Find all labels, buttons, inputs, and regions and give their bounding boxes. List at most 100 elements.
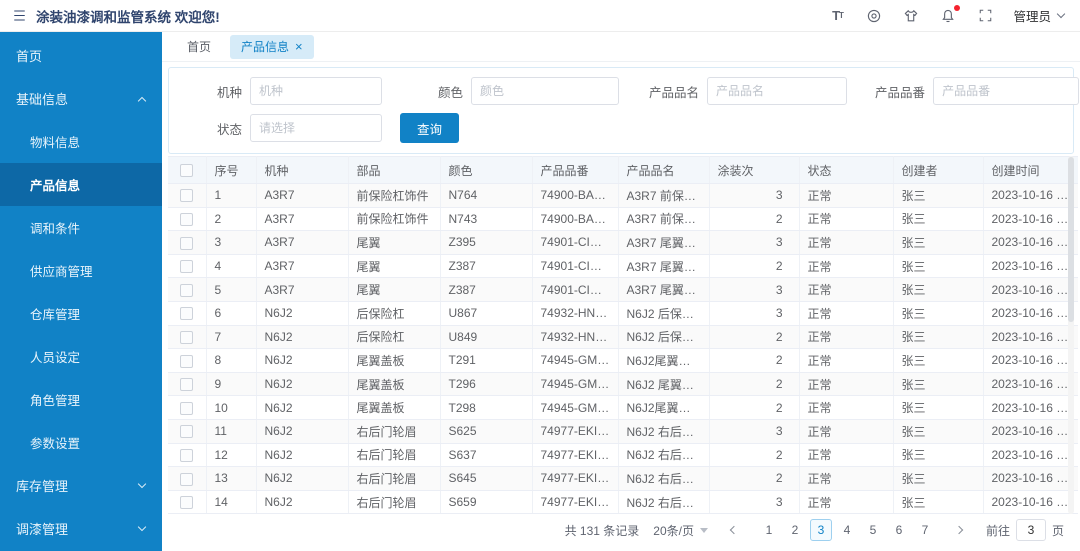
form-row-2: 状态 查询 — [217, 113, 1061, 143]
cell-creator: 张三 — [893, 395, 984, 420]
cell-machine-type: N6J2 — [256, 372, 349, 397]
sidebar-item[interactable]: 库存管理 — [0, 464, 162, 507]
cell-color: T298 — [440, 395, 533, 420]
cell-index: 1 — [206, 183, 257, 208]
row-checkbox[interactable] — [180, 213, 194, 227]
row-checkbox[interactable] — [180, 496, 194, 510]
col-created-time: 创建时间 — [983, 156, 1078, 184]
goto-page-input[interactable] — [1015, 519, 1046, 542]
font-size-icon[interactable]: TT — [828, 7, 846, 25]
sidebar-item[interactable]: 参数设置 — [0, 421, 162, 464]
row-checkbox[interactable] — [180, 354, 194, 368]
cell-creator: 张三 — [893, 183, 984, 208]
table-row: 8 N6J2 尾翼盖板 T291 74945-GMLO0... N6J2尾翼盖板… — [168, 348, 1078, 373]
cell-created-time: 2023-10-16 00:... — [983, 490, 1078, 515]
table-row: 10 N6J2 尾翼盖板 T298 74945-GMLO0... N6J2尾翼盖… — [168, 395, 1078, 420]
scrollbar-thumb[interactable] — [1068, 157, 1074, 322]
product-name-label: 产品品名 — [649, 85, 700, 100]
close-icon[interactable]: × — [295, 40, 303, 53]
sidebar-item[interactable]: 供应商管理 — [0, 249, 162, 292]
cell-color: S659 — [440, 490, 533, 515]
row-checkbox[interactable] — [180, 331, 194, 345]
sidebar-item[interactable]: 产品信息 — [0, 163, 162, 206]
table-row: 14 N6J2 右后门轮眉 S659 74977-EKIJM0... N6J2 … — [168, 490, 1078, 515]
cell-product-name: N6J2 后保险杠... — [618, 301, 710, 326]
user-menu[interactable]: 管理员 — [1013, 6, 1066, 25]
sidebar-item[interactable]: 首页 — [0, 34, 162, 77]
col-status: 状态 — [799, 156, 894, 184]
col-product-name: 产品品名 — [618, 156, 710, 184]
cell-color: Z387 — [440, 254, 533, 279]
row-checkbox[interactable] — [180, 260, 194, 274]
cell-part: 右后门轮眉 — [348, 443, 441, 468]
sidebar-item[interactable]: 物料信息 — [0, 120, 162, 163]
product-number-input[interactable] — [933, 77, 1080, 105]
machine-type-input[interactable] — [250, 77, 383, 105]
select-all-checkbox[interactable] — [180, 164, 194, 178]
row-checkbox[interactable] — [180, 189, 194, 203]
row-checkbox[interactable] — [180, 378, 194, 392]
page-size-select[interactable]: 20条/页 — [653, 522, 708, 539]
cell-product-number: 74945-GMLO0... — [532, 395, 619, 420]
row-checkbox[interactable] — [180, 401, 194, 415]
cell-product-name: N6J2 右后门轮... — [618, 443, 710, 468]
collapse-menu-icon[interactable] — [10, 7, 28, 25]
table-row: 13 N6J2 右后门轮眉 S645 74977-EKIJM0... N6J2 … — [168, 466, 1078, 491]
cell-part: 尾翼 — [348, 277, 441, 302]
sidebar-item[interactable]: 角色管理 — [0, 378, 162, 421]
page-number[interactable]: 6 — [888, 519, 910, 541]
row-checkbox[interactable] — [180, 283, 194, 297]
page-number[interactable]: 1 — [758, 519, 780, 541]
sidebar-item[interactable]: 仓库管理 — [0, 292, 162, 335]
next-page-button[interactable] — [950, 519, 972, 541]
cell-product-name: A3R7 尾翼Z387... — [618, 254, 710, 279]
sidebar-item[interactable]: 人员设定 — [0, 335, 162, 378]
product-name-input[interactable] — [707, 77, 848, 105]
cell-created-time: 2023-10-16 00:... — [983, 348, 1078, 373]
page-number[interactable]: 7 — [914, 519, 936, 541]
about-target-icon[interactable] — [865, 7, 883, 25]
theme-skin-icon[interactable] — [902, 7, 920, 25]
sidebar-item[interactable]: 基础信息 — [0, 77, 162, 120]
page-number[interactable]: 4 — [836, 519, 858, 541]
page-number[interactable]: 5 — [862, 519, 884, 541]
app-title: 涂装油漆调和监管系统 欢迎您! — [36, 9, 220, 25]
page-number[interactable]: 2 — [784, 519, 806, 541]
cell-machine-type: A3R7 — [256, 230, 349, 255]
table-row: 1 A3R7 前保险杠饰件 N764 74900-BAHG00... A3R7 … — [168, 183, 1078, 208]
cell-color: T296 — [440, 372, 533, 397]
row-checkbox[interactable] — [180, 236, 194, 250]
cell-part: 右后门轮眉 — [348, 490, 441, 515]
tab[interactable]: 首页 — [176, 35, 222, 59]
cell-created-time: 2023-10-16 00:... — [983, 395, 1078, 420]
row-checkbox[interactable] — [180, 448, 194, 462]
cell-product-number: 74977-EKIJM0... — [532, 490, 619, 515]
cell-product-number: 74900-BAHG00... — [532, 183, 619, 208]
sidebar-item[interactable]: 调漆管理 — [0, 507, 162, 550]
cell-machine-type: A3R7 — [256, 183, 349, 208]
tab[interactable]: 产品信息 × — [230, 34, 314, 59]
color-label: 颜色 — [438, 85, 464, 100]
cell-status: 正常 — [799, 230, 894, 255]
col-creator: 创建者 — [893, 156, 984, 184]
search-button[interactable]: 查询 — [400, 113, 460, 143]
notification-bell-icon[interactable] — [939, 4, 961, 25]
tab-bar: 首页 产品信息 × — [162, 32, 1080, 62]
sidebar-item-label: 调和条件 — [30, 222, 81, 236]
prev-page-button[interactable] — [722, 519, 744, 541]
row-checkbox[interactable] — [180, 472, 194, 486]
fullscreen-icon[interactable] — [976, 7, 994, 25]
table-scrollbar[interactable] — [1068, 156, 1074, 515]
cell-status: 正常 — [799, 254, 894, 279]
sidebar-item[interactable]: 调和条件 — [0, 206, 162, 249]
color-input[interactable] — [471, 77, 620, 105]
page-list: 1 2 3 4 5 6 7 — [758, 519, 936, 542]
status-select[interactable] — [250, 114, 383, 142]
page-number[interactable]: 3 — [809, 519, 832, 542]
cell-product-number: 74932-HNMP0... — [532, 325, 619, 350]
row-checkbox[interactable] — [180, 307, 194, 321]
row-checkbox[interactable] — [180, 425, 194, 439]
cell-part: 尾翼盖板 — [348, 372, 441, 397]
machine-type-label: 机种 — [217, 85, 243, 100]
cell-color: S625 — [440, 419, 533, 444]
